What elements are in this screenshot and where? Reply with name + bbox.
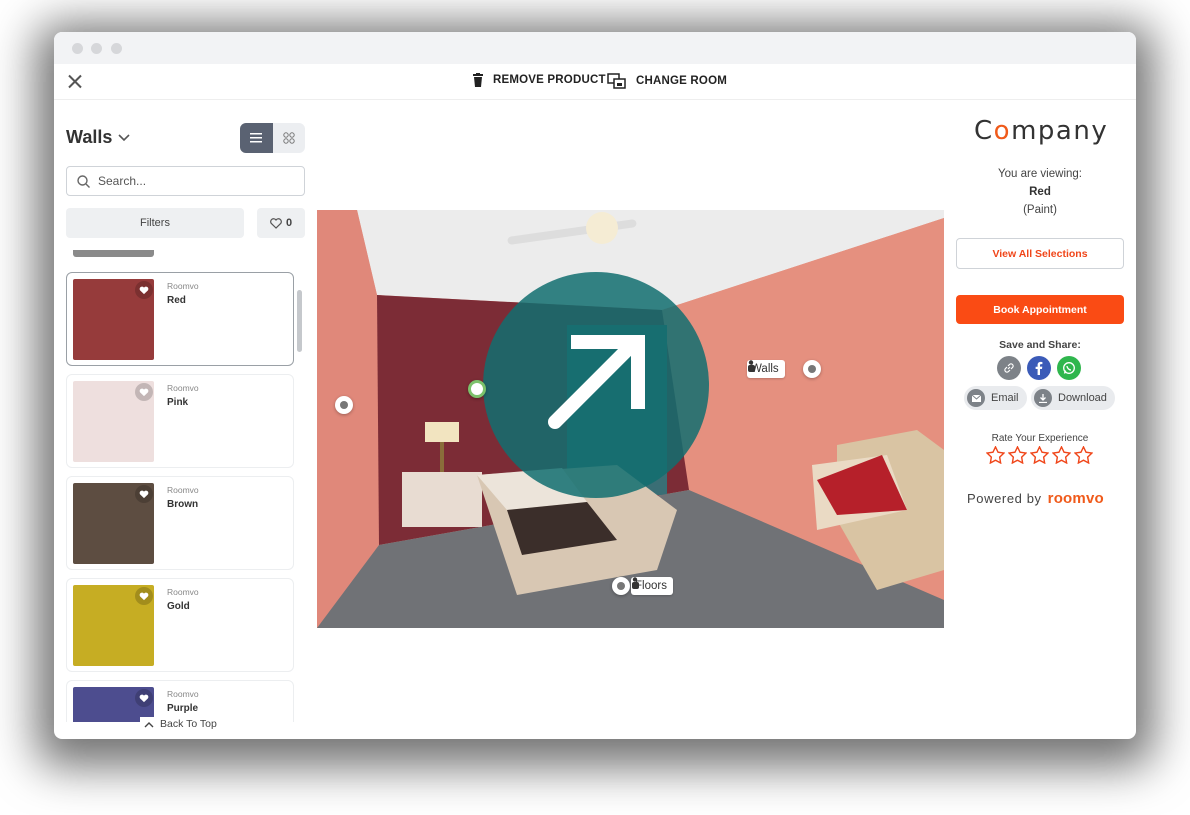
product-name: Purple: [167, 703, 199, 714]
facebook-icon[interactable]: [1027, 356, 1051, 380]
rate-title: Rate Your Experience: [991, 433, 1089, 444]
window-titlebar: [54, 32, 1136, 64]
chevron-down-icon: [118, 133, 130, 141]
email-icon: [967, 389, 985, 407]
left-wall-hotspot[interactable]: [335, 396, 353, 414]
change-room-label: CHANGE ROOM: [636, 75, 728, 87]
link-icon[interactable]: [997, 356, 1021, 380]
heart-icon[interactable]: [135, 587, 153, 605]
window-minimize-dot[interactable]: [91, 43, 102, 54]
cursor-highlight-circle: [483, 272, 709, 498]
search-box: [66, 166, 305, 196]
star-icon[interactable]: [986, 446, 1005, 464]
search-icon: [77, 174, 90, 188]
pointer-hand-icon: [748, 360, 755, 372]
search-input[interactable]: [98, 174, 278, 188]
app-window: REMOVE PRODUCT CHANGE ROOM Walls Filters…: [54, 32, 1136, 739]
product-brand: Roomvo: [167, 383, 199, 393]
download-icon: [1034, 389, 1052, 407]
product-name: Brown: [167, 499, 199, 510]
product-list[interactable]: Roomvo Red Roomvo Pink Roomvo Brown Room…: [66, 244, 306, 722]
remove-product-label: REMOVE PRODUCT: [493, 74, 606, 86]
back-to-top-button[interactable]: Back To Top: [140, 717, 221, 731]
email-button[interactable]: Email: [964, 386, 1027, 410]
list-view-button[interactable]: [240, 123, 273, 153]
partial-product-swatch: [73, 250, 154, 257]
roomvo-logo: roomvo: [1047, 490, 1104, 507]
viewing-label: You are viewing:: [998, 168, 1082, 180]
star-icon[interactable]: [1052, 446, 1071, 464]
heart-icon[interactable]: [135, 383, 153, 401]
back-to-top-label: Back To Top: [160, 718, 217, 730]
download-button[interactable]: Download: [1031, 386, 1115, 410]
product-card-purple[interactable]: Roomvo Purple: [66, 680, 294, 722]
trash-icon: [473, 73, 483, 87]
share-icons: [997, 356, 1081, 380]
whatsapp-icon[interactable]: [1057, 356, 1081, 380]
product-card-gold[interactable]: Roomvo Gold: [66, 578, 294, 672]
star-icon[interactable]: [1074, 446, 1093, 464]
star-icon[interactable]: [1008, 446, 1027, 464]
star-icon[interactable]: [1030, 446, 1049, 464]
category-title: Walls: [66, 127, 113, 147]
grid-view-button[interactable]: [272, 123, 305, 153]
view-all-selections-label: View All Selections: [992, 247, 1088, 260]
arrow-up-right-icon: [548, 335, 645, 429]
heart-icon[interactable]: [135, 689, 153, 707]
category-dropdown[interactable]: Walls: [66, 127, 130, 148]
favorites-count: 0: [285, 217, 293, 229]
pointer-hand-icon: [632, 577, 639, 589]
room-swap-icon: [607, 73, 626, 89]
window-close-dot[interactable]: [72, 43, 83, 54]
product-brand: Roomvo: [167, 281, 199, 291]
heart-icon[interactable]: [135, 485, 153, 503]
product-name: Red: [167, 295, 186, 306]
close-icon[interactable]: [68, 74, 82, 88]
grid-icon: [283, 132, 295, 144]
walls-tag[interactable]: Walls: [747, 360, 785, 378]
product-brand: Roomvo: [167, 485, 199, 495]
book-appointment-label: Book Appointment: [993, 303, 1087, 316]
product-name: Pink: [167, 397, 189, 408]
powered-by-label: Powered by: [967, 491, 1042, 506]
current-product-type: (Paint): [1023, 204, 1057, 216]
filters-button[interactable]: Filters: [66, 208, 244, 238]
share-title: Save and Share:: [999, 339, 1081, 351]
powered-by: Powered by roomvo: [967, 490, 1104, 507]
company-logo: Company: [974, 116, 1109, 146]
list-icon: [250, 133, 263, 143]
product-card-pink[interactable]: Roomvo Pink: [66, 374, 294, 468]
floors-hotspot[interactable]: [612, 577, 630, 595]
rating-stars: [986, 446, 1093, 464]
remove-product-button[interactable]: REMOVE PRODUCT: [472, 73, 606, 87]
heart-icon[interactable]: [135, 281, 153, 299]
book-appointment-button[interactable]: Book Appointment: [956, 295, 1124, 324]
floors-tag[interactable]: Floors: [631, 577, 673, 595]
heart-outline-icon: [270, 217, 282, 229]
product-name: Gold: [167, 601, 190, 612]
window-maximize-dot[interactable]: [111, 43, 122, 54]
accent-wall-hotspot[interactable]: [468, 380, 486, 398]
chevron-up-icon: [144, 721, 154, 727]
product-brand: Roomvo: [167, 689, 199, 699]
change-room-button[interactable]: CHANGE ROOM: [607, 73, 727, 89]
walls-hotspot[interactable]: [803, 360, 821, 378]
favorites-button[interactable]: 0: [257, 208, 305, 238]
email-label: Email: [991, 392, 1019, 404]
product-brand: Roomvo: [167, 587, 199, 597]
download-label: Download: [1058, 392, 1107, 404]
product-list-scrollbar[interactable]: [297, 290, 302, 352]
current-product-name: Red: [1029, 186, 1051, 198]
filters-label: Filters: [140, 217, 170, 229]
view-all-selections-button[interactable]: View All Selections: [956, 238, 1124, 269]
view-toggle: [240, 123, 305, 153]
top-toolbar: REMOVE PRODUCT CHANGE ROOM: [54, 64, 1136, 100]
product-card-brown[interactable]: Roomvo Brown: [66, 476, 294, 570]
product-card-red[interactable]: Roomvo Red: [66, 272, 294, 366]
room-visualizer[interactable]: Walls Floors: [317, 210, 944, 628]
